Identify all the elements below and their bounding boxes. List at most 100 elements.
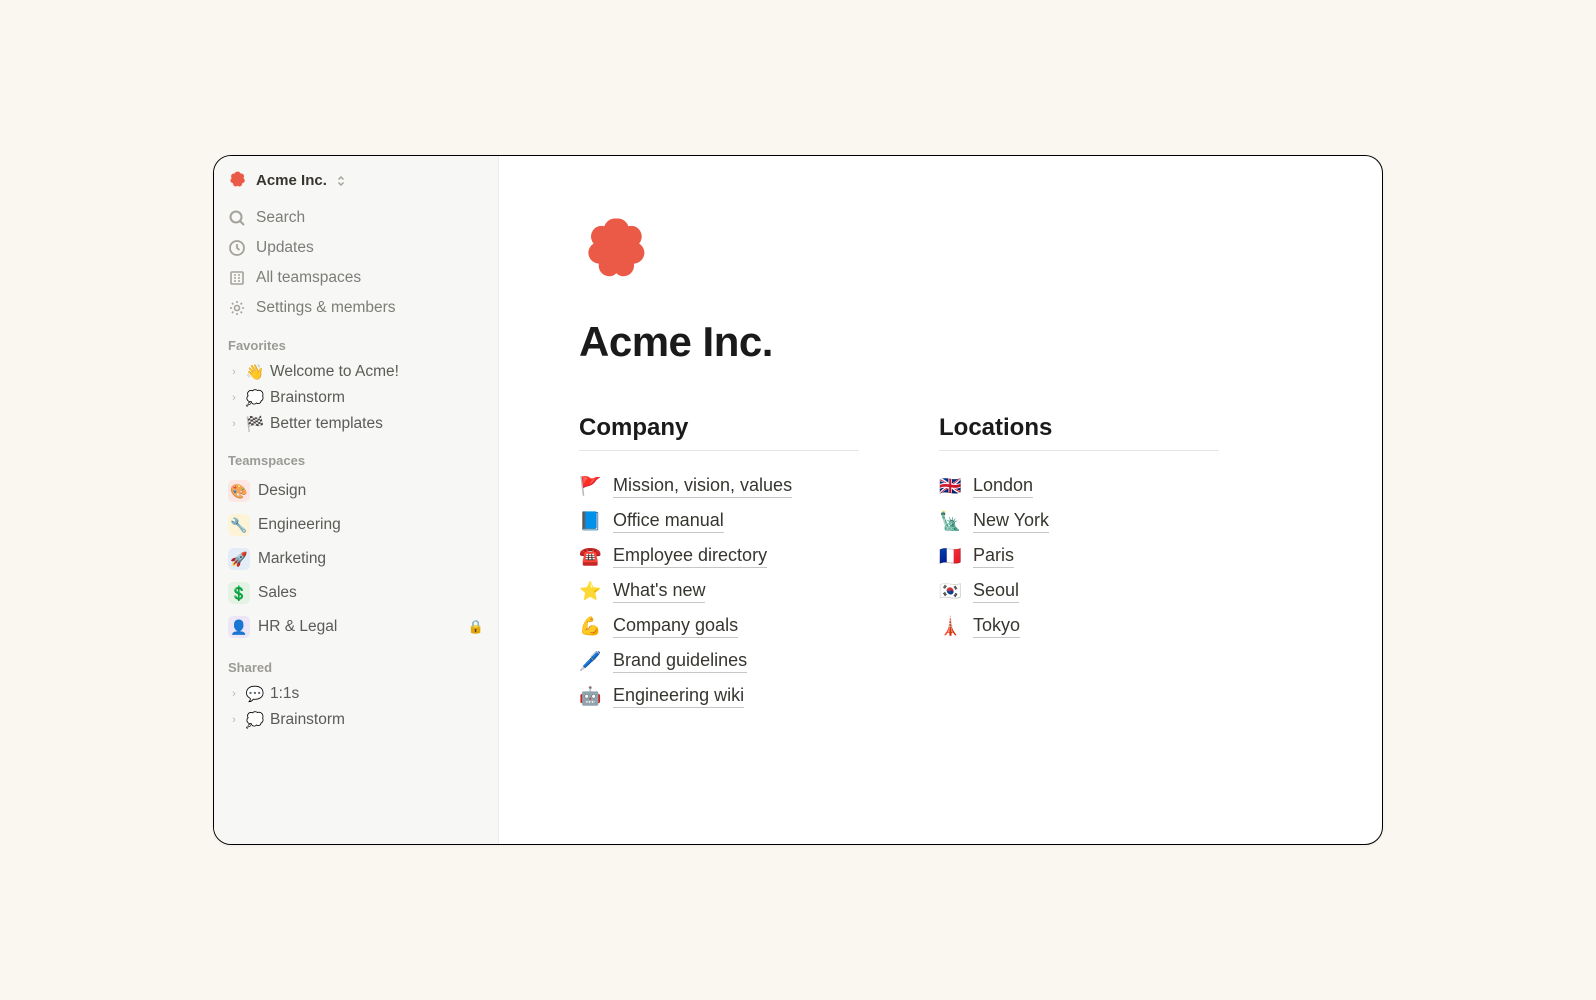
link-label: Tokyo xyxy=(973,615,1020,638)
column-heading: Locations xyxy=(939,414,1219,451)
teamspace-emoji-icon: 👤 xyxy=(228,616,250,638)
page-label: Brainstorm xyxy=(270,711,484,729)
link-emoji-icon: 🇰🇷 xyxy=(939,581,963,602)
page-label: Welcome to Acme! xyxy=(270,363,484,381)
link-emoji-icon: 💪 xyxy=(579,616,603,637)
sidebar: Acme Inc. Search Updates All teamspaces xyxy=(214,156,499,844)
nav-updates[interactable]: Updates xyxy=(220,234,492,262)
page-link[interactable]: 🚩 Mission, vision, values xyxy=(579,469,859,504)
page-title: Acme Inc. xyxy=(579,318,1302,366)
section-header-favorites: Favorites xyxy=(220,324,492,357)
teamspace-emoji-icon: 💲 xyxy=(228,582,250,604)
sidebar-teamspace-item[interactable]: 🔧 Engineering xyxy=(220,508,492,542)
page-link[interactable]: ☎️ Employee directory xyxy=(579,539,859,574)
teamspace-label: HR & Legal xyxy=(258,618,458,636)
page-label: Brainstorm xyxy=(270,389,484,407)
nav-settings[interactable]: Settings & members xyxy=(220,294,492,322)
lock-icon: 🔒 xyxy=(468,619,484,635)
column-locations: Locations 🇬🇧 London 🗽 New York 🇫🇷 Paris 🇰🇷 Seou… xyxy=(939,414,1219,714)
page-emoji-icon: 💭 xyxy=(246,711,264,729)
link-emoji-icon: 🇬🇧 xyxy=(939,476,963,497)
workspace-name: Acme Inc. xyxy=(256,172,327,189)
building-icon xyxy=(228,269,246,287)
gear-icon xyxy=(228,299,246,317)
link-emoji-icon: 🗽 xyxy=(939,511,963,532)
chevron-right-icon[interactable]: › xyxy=(228,418,240,430)
link-label: London xyxy=(973,475,1033,498)
link-emoji-icon: 🗼 xyxy=(939,616,963,637)
sidebar-teamspace-item[interactable]: 👤 HR & Legal 🔒 xyxy=(220,610,492,644)
link-label: Paris xyxy=(973,545,1014,568)
page-link[interactable]: 🇰🇷 Seoul xyxy=(939,574,1219,609)
sidebar-favorite-item[interactable]: › 👋 Welcome to Acme! xyxy=(220,359,492,385)
link-emoji-icon: 🖊️ xyxy=(579,651,603,672)
nav-search[interactable]: Search xyxy=(220,204,492,232)
workspace-logo-icon xyxy=(228,170,248,190)
link-label: New York xyxy=(973,510,1049,533)
teamspace-emoji-icon: 🎨 xyxy=(228,480,250,502)
nav-label: Updates xyxy=(256,239,314,257)
sidebar-favorite-item[interactable]: › 💭 Brainstorm xyxy=(220,385,492,411)
sidebar-teamspace-item[interactable]: 🚀 Marketing xyxy=(220,542,492,576)
app-window: Acme Inc. Search Updates All teamspaces xyxy=(213,155,1383,845)
workspace-switcher[interactable]: Acme Inc. xyxy=(220,166,492,194)
page-link[interactable]: 💪 Company goals xyxy=(579,609,859,644)
link-label: Company goals xyxy=(613,615,738,638)
chevron-right-icon[interactable]: › xyxy=(228,366,240,378)
link-label: What's new xyxy=(613,580,705,603)
link-emoji-icon: 🇫🇷 xyxy=(939,546,963,567)
nav-label: Search xyxy=(256,209,305,227)
link-emoji-icon: ☎️ xyxy=(579,546,603,567)
page-emoji-icon: 🏁 xyxy=(246,415,264,433)
page-link[interactable]: 📘 Office manual xyxy=(579,504,859,539)
page-label: Better templates xyxy=(270,415,484,433)
teamspace-label: Engineering xyxy=(258,516,484,534)
chevron-right-icon[interactable]: › xyxy=(228,688,240,700)
page-link[interactable]: 🖊️ Brand guidelines xyxy=(579,644,859,679)
link-label: Mission, vision, values xyxy=(613,475,792,498)
page-link[interactable]: 🤖 Engineering wiki xyxy=(579,679,859,714)
page-link[interactable]: 🗼 Tokyo xyxy=(939,609,1219,644)
link-label: Engineering wiki xyxy=(613,685,744,708)
link-emoji-icon: 📘 xyxy=(579,511,603,532)
sidebar-shared-item[interactable]: › 💭 Brainstorm xyxy=(220,707,492,733)
clock-icon xyxy=(228,239,246,257)
page-logo-icon xyxy=(579,212,657,290)
sidebar-teamspace-item[interactable]: 💲 Sales xyxy=(220,576,492,610)
link-label: Brand guidelines xyxy=(613,650,747,673)
page-emoji-icon: 💭 xyxy=(246,389,264,407)
chevron-updown-icon xyxy=(335,174,347,186)
page-content: Acme Inc. Company 🚩 Mission, vision, valu… xyxy=(499,156,1382,844)
teamspace-emoji-icon: 🔧 xyxy=(228,514,250,536)
nav-label: All teamspaces xyxy=(256,269,361,287)
sidebar-favorite-item[interactable]: › 🏁 Better templates xyxy=(220,411,492,437)
sidebar-teamspace-item[interactable]: 🎨 Design xyxy=(220,474,492,508)
page-link[interactable]: 🇬🇧 London xyxy=(939,469,1219,504)
page-label: 1:1s xyxy=(270,685,484,703)
column-company: Company 🚩 Mission, vision, values 📘 Office … xyxy=(579,414,859,714)
chevron-right-icon[interactable]: › xyxy=(228,392,240,404)
page-link[interactable]: ⭐ What's new xyxy=(579,574,859,609)
sidebar-shared-item[interactable]: › 💬 1:1s xyxy=(220,681,492,707)
link-emoji-icon: ⭐ xyxy=(579,581,603,602)
page-link[interactable]: 🗽 New York xyxy=(939,504,1219,539)
column-heading: Company xyxy=(579,414,859,451)
nav-label: Settings & members xyxy=(256,299,396,317)
link-label: Employee directory xyxy=(613,545,767,568)
section-header-shared: Shared xyxy=(220,646,492,679)
page-emoji-icon: 💬 xyxy=(246,685,264,703)
link-label: Seoul xyxy=(973,580,1019,603)
link-emoji-icon: 🤖 xyxy=(579,686,603,707)
link-label: Office manual xyxy=(613,510,724,533)
teamspace-label: Sales xyxy=(258,584,484,602)
chevron-right-icon[interactable]: › xyxy=(228,714,240,726)
page-link[interactable]: 🇫🇷 Paris xyxy=(939,539,1219,574)
teamspace-label: Design xyxy=(258,482,484,500)
search-icon xyxy=(228,209,246,227)
link-emoji-icon: 🚩 xyxy=(579,476,603,497)
page-emoji-icon: 👋 xyxy=(246,363,264,381)
teamspace-emoji-icon: 🚀 xyxy=(228,548,250,570)
teamspace-label: Marketing xyxy=(258,550,484,568)
nav-all-teamspaces[interactable]: All teamspaces xyxy=(220,264,492,292)
section-header-teamspaces: Teamspaces xyxy=(220,439,492,472)
